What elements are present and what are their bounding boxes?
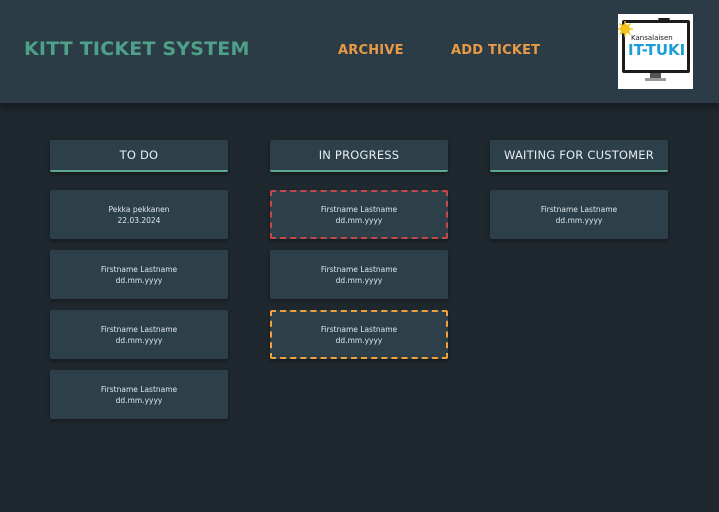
monitor-logo-icon: Kansalaisen IT-TUKI <box>617 18 690 81</box>
ticket-card[interactable]: Firstname Lastname dd.mm.yyyy <box>270 190 448 239</box>
ticket-card[interactable]: Pekka pekkanen 22.03.2024 <box>50 190 228 239</box>
ticket-date: dd.mm.yyyy <box>555 216 603 225</box>
ticket-card[interactable]: Firstname Lastname dd.mm.yyyy <box>50 310 228 359</box>
logo-main-text: IT-TUKI <box>628 41 685 59</box>
ticket-date: dd.mm.yyyy <box>115 396 163 405</box>
ticket-customer-name: Firstname Lastname <box>320 265 398 274</box>
ticket-card[interactable]: Firstname Lastname dd.mm.yyyy <box>270 310 448 359</box>
ticket-customer-name: Firstname Lastname <box>100 385 178 394</box>
ticket-date: dd.mm.yyyy <box>335 276 383 285</box>
ticket-customer-name: Firstname Lastname <box>540 205 618 214</box>
ticket-customer-name: Pekka pekkanen <box>108 205 170 214</box>
ticket-customer-name: Firstname Lastname <box>100 325 178 334</box>
ticket-customer-name: Firstname Lastname <box>320 205 398 214</box>
app-title: KITT TICKET SYSTEM <box>24 38 250 60</box>
column-header-to-do: TO DO <box>50 140 228 172</box>
ticket-customer-name: Firstname Lastname <box>100 265 178 274</box>
ticket-date: dd.mm.yyyy <box>335 336 383 345</box>
nav-archive-link[interactable]: ARCHIVE <box>338 43 404 58</box>
ticket-customer-name: Firstname Lastname <box>320 325 398 334</box>
column-header-in-progress: IN PROGRESS <box>270 140 448 172</box>
ticket-card[interactable]: Firstname Lastname dd.mm.yyyy <box>490 190 668 239</box>
it-tuki-logo: Kansalaisen IT-TUKI <box>617 14 693 89</box>
ticket-date: dd.mm.yyyy <box>115 336 163 345</box>
ticket-date: dd.mm.yyyy <box>335 216 383 225</box>
app-header: KITT TICKET SYSTEM ARCHIVE ADD TICKET Ka… <box>0 0 719 103</box>
column-header-waiting-for-customer: WAITING FOR CUSTOMER <box>490 140 668 172</box>
ticket-date: 22.03.2024 <box>117 216 161 225</box>
nav-add-ticket-link[interactable]: ADD TICKET <box>451 43 540 58</box>
ticket-card[interactable]: Firstname Lastname dd.mm.yyyy <box>50 370 228 419</box>
ticket-card[interactable]: Firstname Lastname dd.mm.yyyy <box>50 250 228 299</box>
ticket-card[interactable]: Firstname Lastname dd.mm.yyyy <box>270 250 448 299</box>
ticket-date: dd.mm.yyyy <box>115 276 163 285</box>
